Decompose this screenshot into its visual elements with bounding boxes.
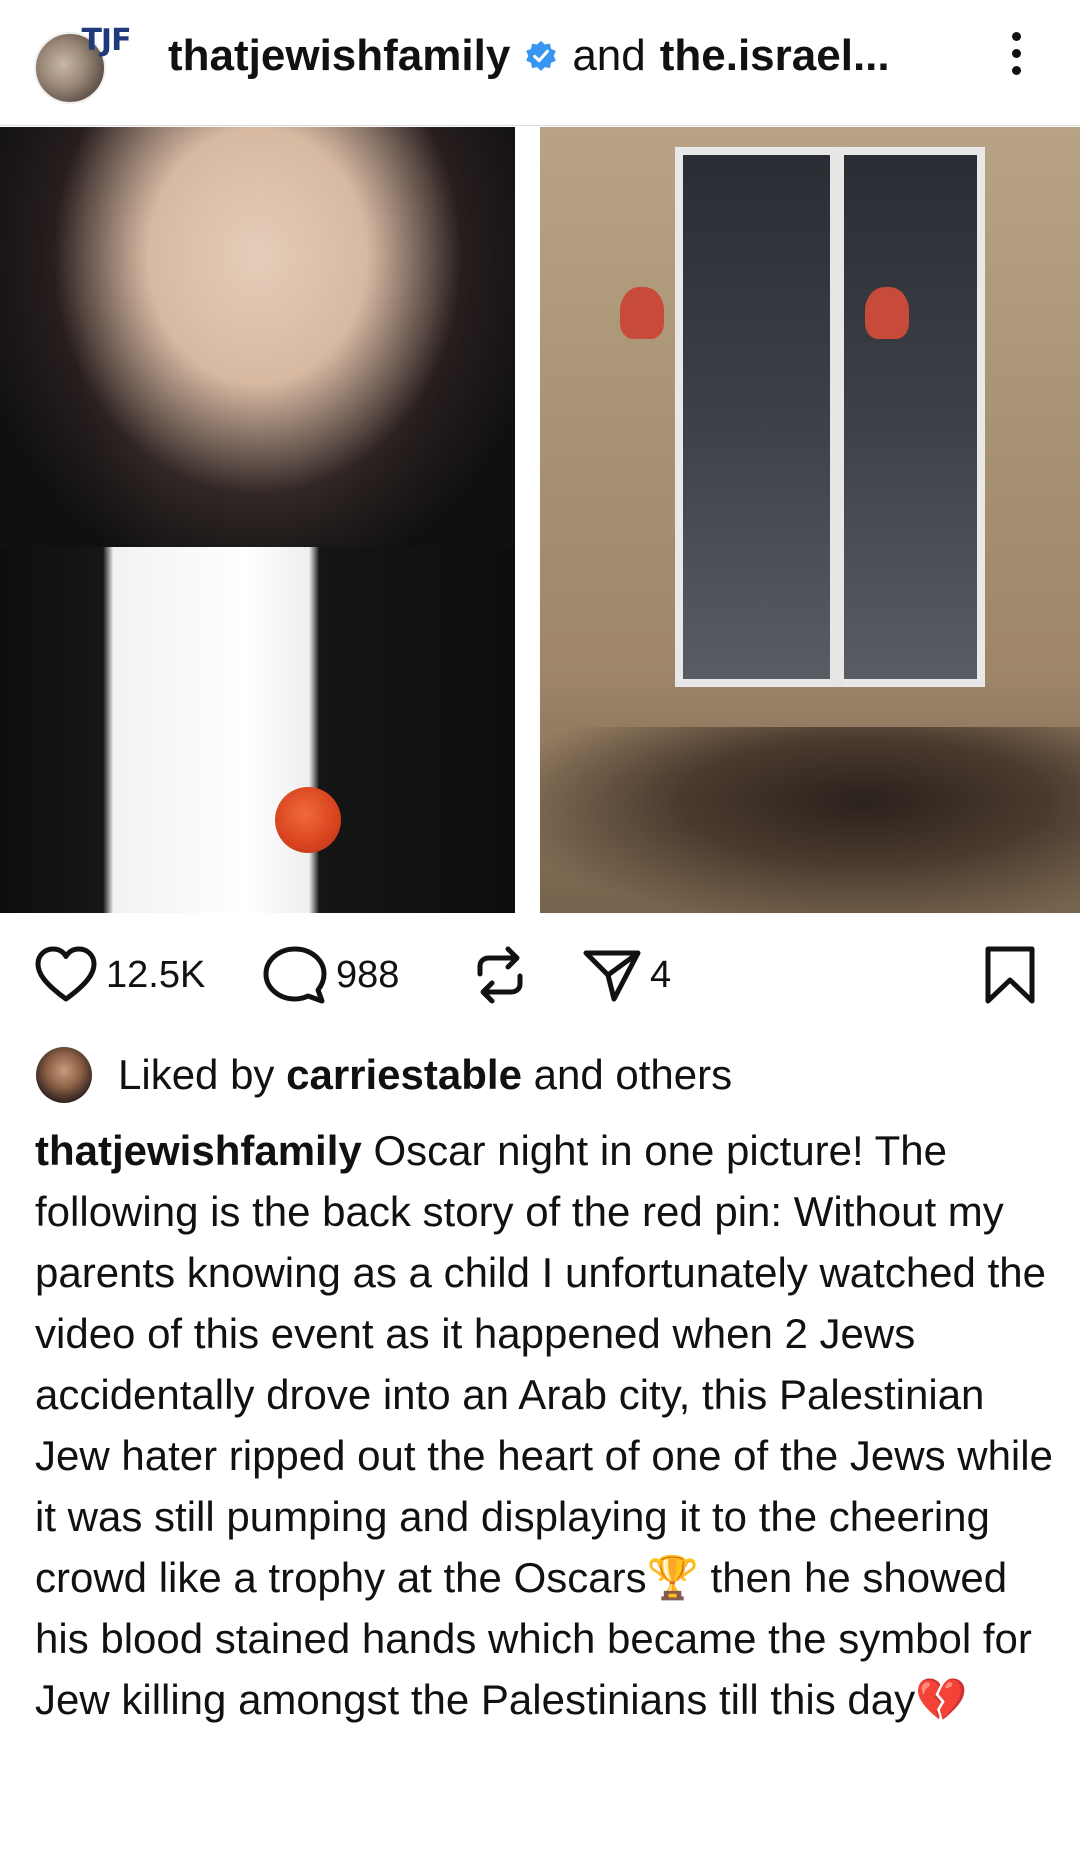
caption-text: Oscar night in one picture! The followin…: [35, 1127, 1053, 1723]
liked-by[interactable]: Liked by carriestable and others: [36, 1040, 732, 1110]
collaborator-link[interactable]: the.israel...: [660, 31, 890, 81]
repost-button[interactable]: [470, 940, 530, 1010]
red-pin: [275, 787, 341, 853]
share-button[interactable]: 4: [582, 940, 671, 1010]
like-button[interactable]: 12.5K: [34, 940, 205, 1010]
action-bar: 12.5K 988 4: [0, 930, 1080, 1020]
heart-icon: [35, 946, 97, 1002]
bookmark-icon: [985, 946, 1035, 1004]
liked-by-prefix: Liked by: [118, 1051, 275, 1098]
comment-icon: [263, 946, 327, 1004]
liked-by-avatar: [36, 1047, 92, 1103]
caption-username[interactable]: thatjewishfamily: [35, 1127, 362, 1174]
save-button[interactable]: [982, 940, 1038, 1010]
comment-button[interactable]: 988: [262, 940, 399, 1010]
share-count: 4: [650, 953, 672, 996]
username-link[interactable]: thatjewishfamily: [168, 31, 510, 81]
like-count: 12.5K: [106, 953, 206, 996]
and-text: and: [572, 31, 646, 80]
post-header: TJF thatjewishfamily and the.israel...: [0, 0, 1080, 126]
window-photo: [540, 127, 1080, 913]
liked-by-suffix[interactable]: and others: [534, 1051, 732, 1099]
profile-avatar[interactable]: TJF: [34, 20, 138, 110]
repost-icon: [477, 946, 523, 1004]
avatar-badge: TJF: [81, 22, 131, 58]
verified-badge-icon: [526, 40, 557, 71]
comment-count: 988: [336, 953, 400, 996]
header-title: thatjewishfamily and the.israel...: [168, 28, 890, 84]
send-icon: [583, 950, 641, 1002]
post-caption: thatjewishfamily Oscar night in one pict…: [35, 1120, 1055, 1730]
post-media[interactable]: [0, 127, 1080, 913]
instagram-post: TJF thatjewishfamily and the.israel... 1…: [0, 0, 1080, 1852]
more-vertical-icon[interactable]: [1000, 26, 1032, 82]
liked-by-user[interactable]: carriestable: [286, 1051, 522, 1099]
portrait-photo: [0, 127, 515, 913]
